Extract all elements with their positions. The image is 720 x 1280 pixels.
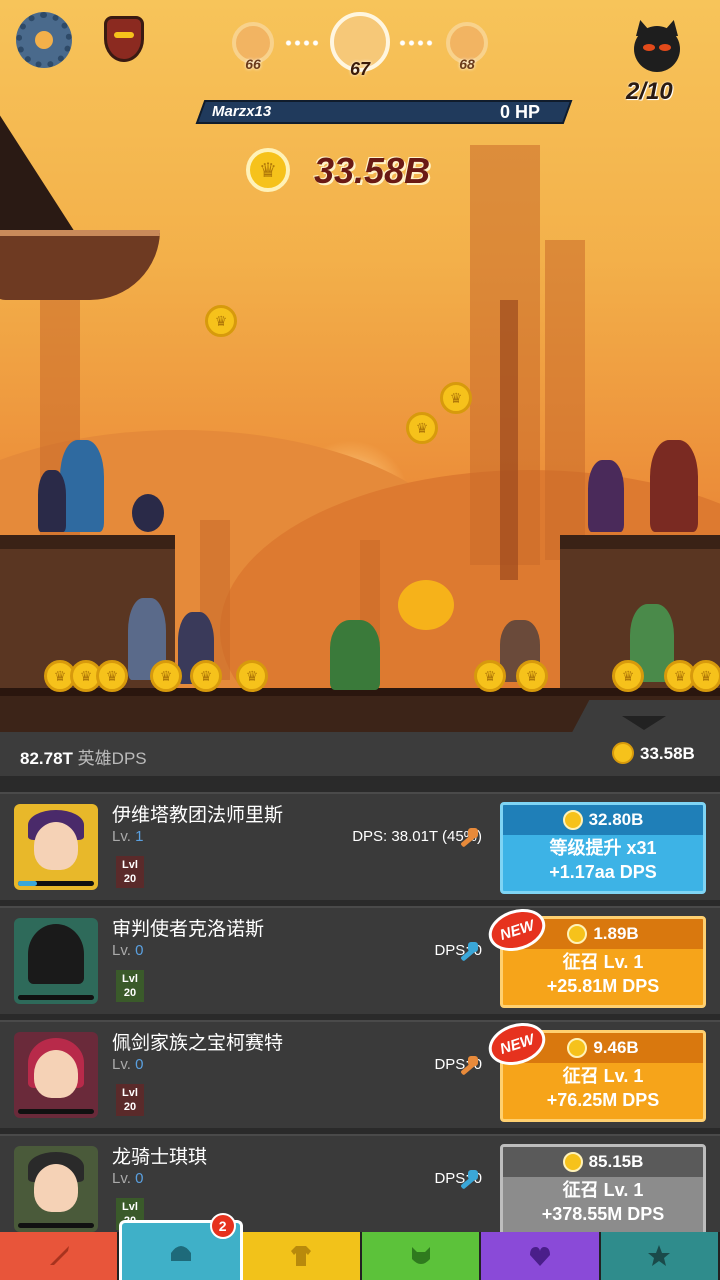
enemy-devil-icon [634, 26, 680, 72]
enemy-name: Marzx13 [212, 103, 272, 120]
stage-previous: 66 [232, 22, 274, 72]
hammer-icon [458, 1056, 480, 1076]
hero-name: 龙骑士琪琪 [112, 1147, 208, 1168]
stage-next: 68 [446, 22, 488, 72]
tab-weapon[interactable] [0, 1232, 120, 1280]
coin-drop[interactable]: ♛ [190, 660, 222, 692]
hero-archer [588, 460, 624, 532]
coin-drop[interactable]: ♛ [96, 660, 128, 692]
stage-number: 66 [245, 56, 261, 72]
enemy-golden-bird[interactable] [398, 580, 454, 630]
recruit-button-disabled[interactable]: 85.15B 征召 Lv. 1 +378.55M DPS [500, 1144, 706, 1232]
coin-drop[interactable]: ♛ [440, 382, 472, 414]
wrench-icon [458, 1170, 480, 1190]
chevron-down-icon[interactable] [622, 716, 666, 730]
hero-name: 伊维塔教团法师里斯 [112, 805, 284, 826]
gold-total: 33.58B [314, 150, 431, 191]
gold-coin-icon [612, 742, 634, 764]
settings-gear-icon[interactable] [16, 12, 72, 68]
hero-knight [60, 440, 104, 532]
level-badge: Lvl20 [116, 856, 144, 888]
stage-number: 67 [349, 59, 371, 79]
enemy-hp-value: 0 HP [499, 102, 540, 122]
coin-drop[interactable]: ♛ [474, 660, 506, 692]
level-badge: Lvl20 [116, 970, 144, 1002]
hero-level: Lv. 0 [112, 1056, 144, 1073]
hero-level: Lv. 1 [112, 828, 144, 845]
sword-icon [49, 1246, 69, 1265]
airship [0, 100, 165, 310]
hero-portrait[interactable] [14, 804, 98, 890]
hero-portrait[interactable] [14, 918, 98, 1004]
tab-heroes[interactable]: 2 [119, 1213, 243, 1280]
hero-dps-total: 82.78T 英雄DPS [20, 744, 147, 769]
bottom-tab-bar: 2 [0, 1213, 720, 1280]
coin-icon [562, 1152, 583, 1172]
hero-row: Lvl20 龙骑士琪琪 Lv. 0 DPS: 0 85.15B 征召 Lv. 1… [0, 1134, 720, 1232]
hero-level: Lv. 0 [112, 942, 144, 959]
hero-row: Lvl 20 佩剑家族之宝柯赛特 Lv. 0 DPS: 0 9.46B 征召 Lv… [0, 1016, 720, 1128]
notification-badge: 2 [209, 1213, 236, 1239]
coin-drop[interactable]: ♛ [150, 660, 182, 692]
wrench-icon [458, 942, 480, 962]
gold-coin-icon: ♛ [246, 148, 290, 192]
pet-icon [411, 1247, 430, 1264]
battle-scene[interactable]: ♛ ♛ ♛ ♛ ♛ ♛ ♛ ♛ ♛ ♛ ♛ ♛ ♛ ♛ 66 67 68 2/1… [0, 0, 720, 740]
stage-dots-right [398, 40, 434, 46]
coin-drop[interactable]: ♛ [236, 660, 268, 692]
coin-icon [567, 924, 588, 944]
hero-penguin [132, 494, 164, 532]
coin-drop[interactable]: ♛ [406, 412, 438, 444]
tab-pets[interactable] [361, 1232, 482, 1280]
heart-icon [529, 1247, 550, 1266]
coin-drop[interactable]: ♛ [516, 660, 548, 692]
xp-bar [18, 1109, 94, 1114]
tower-bg-2 [545, 240, 585, 560]
level-badge: Lvl20 [116, 1084, 144, 1116]
hero-level: Lv. 0 [112, 1170, 144, 1187]
hero-portrait[interactable] [14, 1032, 98, 1118]
tab-achievements[interactable] [600, 1232, 720, 1280]
star-icon [648, 1245, 671, 1266]
coin-icon [562, 810, 583, 830]
tab-equipment[interactable] [242, 1232, 362, 1280]
xp-bar [18, 881, 94, 886]
xp-bar [18, 995, 94, 1000]
hero-row: Lvl 20 伊维塔教团法师里斯 Lv. 1 DPS: 38.01T (45%) … [0, 792, 720, 900]
shirt-icon [291, 1246, 312, 1266]
coin-drop[interactable]: ♛ [690, 660, 720, 692]
hero-gunner [650, 440, 698, 532]
level-up-button[interactable]: 32.80B 等级提升 x31 +1.17aa DPS [500, 802, 706, 894]
helmet-icon [170, 1245, 191, 1261]
coin-drop[interactable]: ♛ [612, 660, 644, 692]
hero-row: Lvl 20 审判使者克洛诺斯 Lv. 0 DPS: 0 1.89B 征召 Lv.… [0, 902, 720, 1014]
boss-shield-icon[interactable] [96, 10, 152, 66]
hero-dps-value: 82.78T [20, 749, 73, 768]
hero-ninja [38, 470, 66, 532]
coin-drop[interactable]: ♛ [205, 305, 237, 337]
coin-icon [567, 1038, 588, 1058]
hero-name: 佩剑家族之宝柯赛特 [112, 1033, 284, 1054]
hero-name: 审判使者克洛诺斯 [112, 919, 265, 940]
hero-runner [330, 620, 380, 690]
hero-portrait[interactable] [14, 1146, 98, 1232]
enemy-wave-count: 2/10 [626, 78, 673, 105]
hero-list[interactable]: Lvl 20 伊维塔教团法师里斯 Lv. 1 DPS: 38.01T (45%) … [0, 776, 720, 1232]
stage-number: 68 [459, 56, 475, 72]
hero-dps-label: 英雄DPS [77, 749, 147, 768]
gold-amount: 33.58B [640, 744, 695, 763]
stage-dots-left [284, 40, 320, 46]
hammer-icon [458, 828, 480, 848]
xp-bar [18, 1223, 94, 1228]
tower-bg-3 [500, 300, 518, 580]
tab-relics[interactable] [481, 1232, 601, 1280]
stage-current: 67 [330, 12, 390, 79]
